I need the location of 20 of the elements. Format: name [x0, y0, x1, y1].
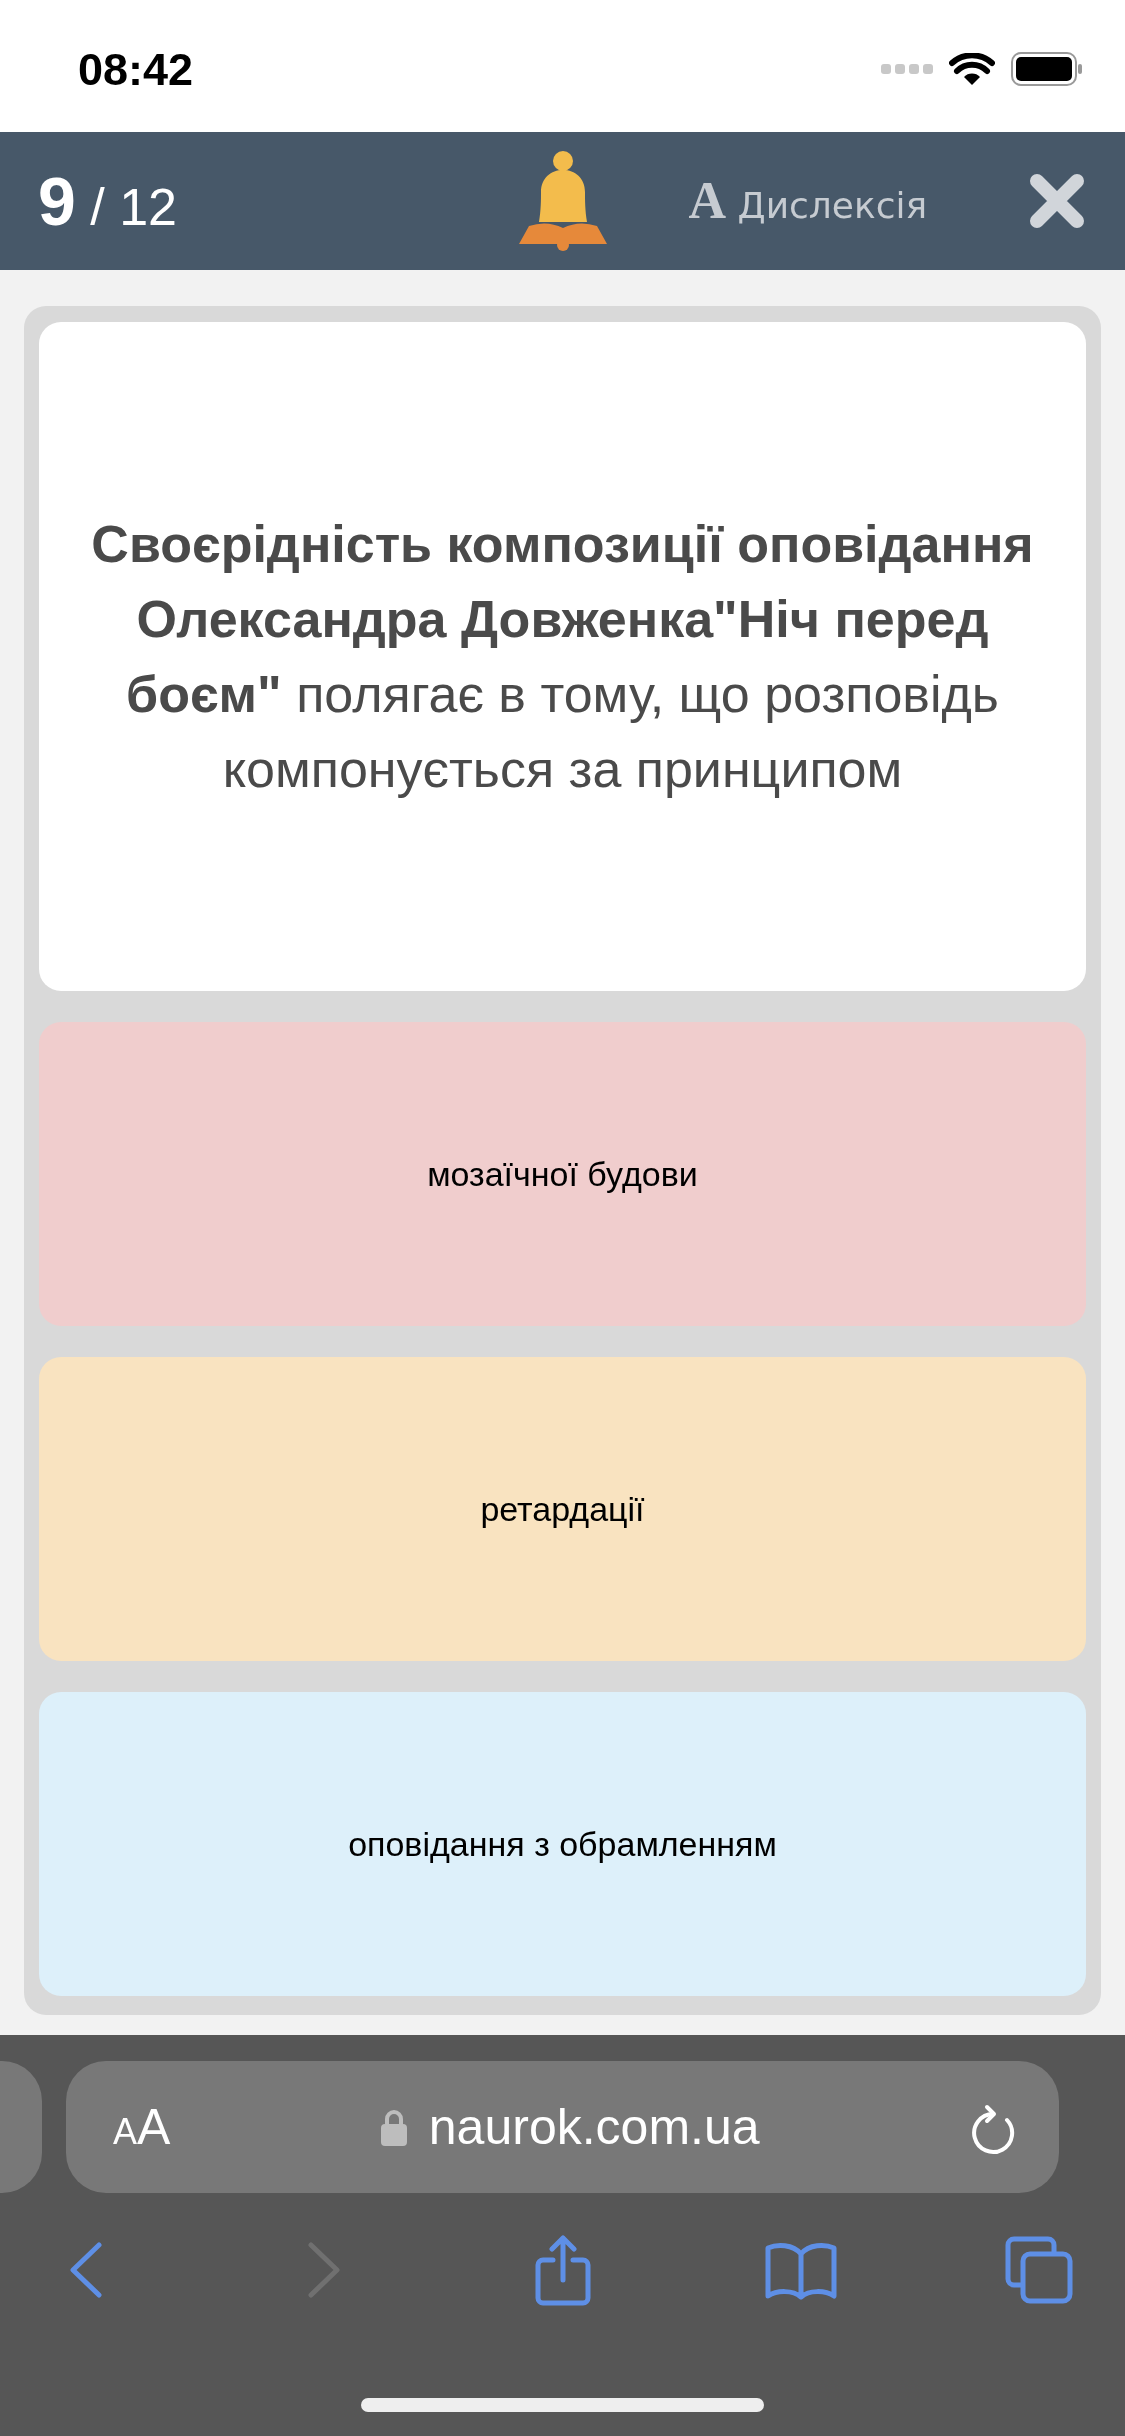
close-icon[interactable] — [1029, 173, 1085, 229]
tabs-icon[interactable] — [1005, 2236, 1073, 2304]
dyslexia-toggle[interactable]: А Дислексія — [688, 175, 928, 227]
status-time: 08:42 — [78, 46, 194, 92]
question-counter: 9 / 12 — [38, 178, 177, 236]
answer-option[interactable]: мозаїчної будови — [39, 1022, 1086, 1326]
lock-icon — [380, 2108, 407, 2146]
wifi-icon — [949, 52, 995, 86]
bell-book-icon — [518, 150, 607, 252]
signal-icon — [881, 63, 933, 75]
text-size-button[interactable]: AA — [113, 2102, 171, 2152]
address-bar[interactable]: AA naurok.com.ua — [66, 2061, 1059, 2193]
answer-option[interactable]: ретардації — [39, 1357, 1086, 1661]
answer-option[interactable]: оповідання з обрамленням — [39, 1692, 1086, 1996]
url-text: naurok.com.ua — [428, 2102, 760, 2152]
share-icon[interactable] — [533, 2234, 592, 2306]
battery-icon — [1011, 52, 1083, 86]
question-text: Своєрідність композиції оповідання Олександра Довженка"Ніч перед боєм" полягає в тому, що розповідь компонується за принципом — [90, 513, 1035, 800]
open-book-icon[interactable] — [764, 2240, 837, 2300]
back-icon[interactable] — [69, 2242, 103, 2298]
